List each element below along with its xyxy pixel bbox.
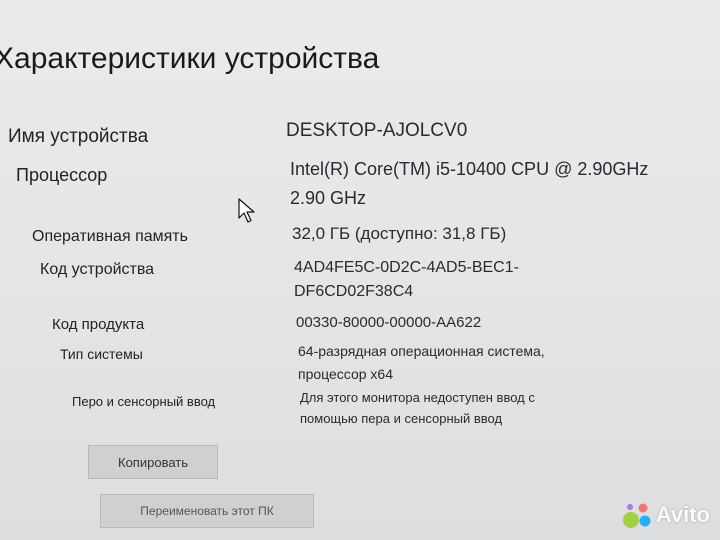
avito-logo-icon bbox=[622, 503, 651, 528]
device-id-value-line2: DF6CD02F38C4 bbox=[294, 283, 414, 300]
rename-pc-button[interactable]: Переименовать этот ПК bbox=[100, 494, 314, 528]
system-type-label: Тип системы bbox=[60, 346, 143, 362]
pen-touch-value-line2: помощью пера и сенсорный ввод bbox=[300, 411, 503, 426]
mouse-pointer-icon bbox=[238, 198, 255, 223]
product-id-value: 00330-80000-00000-AA622 bbox=[296, 314, 482, 331]
processor-label: Процессор bbox=[16, 165, 108, 185]
system-type-value-line2: процессор x64 bbox=[298, 366, 393, 382]
system-type-value-line1: 64-разрядная операционная система, bbox=[298, 343, 545, 359]
device-id-label: Код устройства bbox=[40, 261, 155, 278]
product-id-label: Код продукта bbox=[52, 316, 145, 333]
processor-value-line2: 2.90 GHz bbox=[290, 188, 367, 208]
device-specs-title: Характеристики устройства bbox=[0, 42, 380, 75]
device-name-label: Имя устройства bbox=[8, 126, 149, 147]
copy-button[interactable]: Копировать bbox=[88, 445, 218, 479]
ram-value: 32,0 ГБ (доступно: 31,8 ГБ) bbox=[292, 224, 507, 243]
pen-touch-label: Перо и сенсорный ввод bbox=[72, 394, 216, 409]
device-id-value-line1: 4AD4FE5C-0D2C-4AD5-BEC1- bbox=[294, 259, 519, 276]
device-name-value: DESKTOP-AJOLCV0 bbox=[286, 120, 468, 141]
avito-watermark-text: Avito bbox=[655, 502, 710, 527]
processor-value-line1: Intel(R) Core(TM) i5-10400 CPU @ 2.90GHz bbox=[290, 159, 649, 179]
pen-touch-value-line1: Для этого монитора недоступен ввод с bbox=[300, 390, 535, 405]
ram-label: Оперативная память bbox=[32, 228, 188, 245]
avito-watermark: Avito bbox=[622, 500, 710, 530]
